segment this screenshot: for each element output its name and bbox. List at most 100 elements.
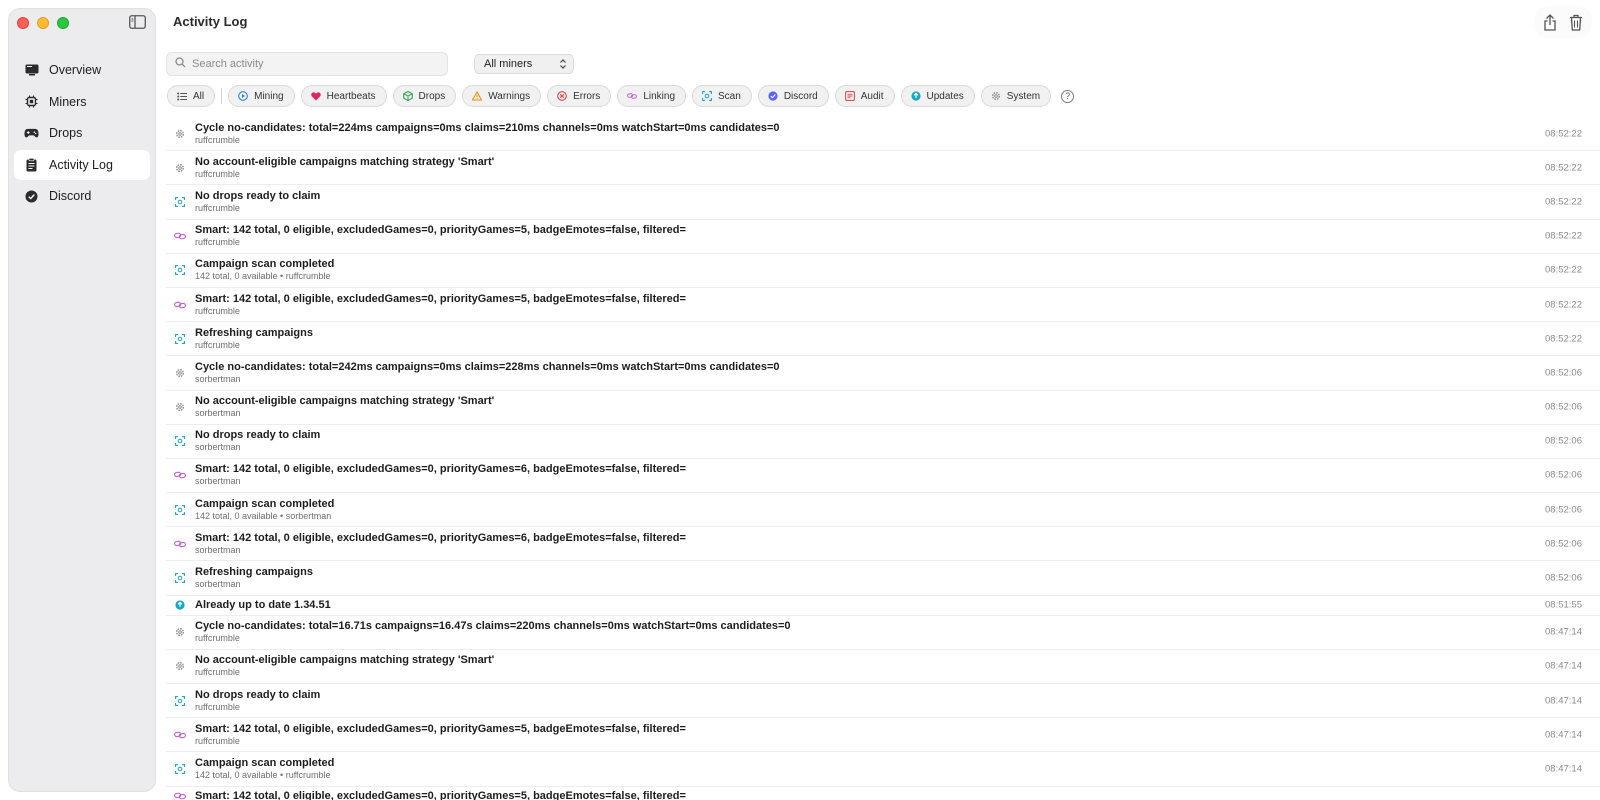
filter-chip-all[interactable]: All <box>167 85 216 107</box>
filter-chip-audit[interactable]: Audit <box>834 85 895 107</box>
log-row[interactable]: Refreshing campaigns ruffcrumble 08:52:22 <box>166 322 1600 357</box>
zoom-window-button[interactable] <box>57 17 69 29</box>
filter-chip-warnings[interactable]: Warnings <box>462 85 542 107</box>
log-row[interactable]: Campaign scan completed 142 total, 0 avai… <box>166 493 1600 528</box>
search-input[interactable] <box>192 58 432 70</box>
filter-chip-updates[interactable]: Updates <box>900 85 975 107</box>
log-timestamp: 08:47:14 <box>1545 763 1582 775</box>
log-row[interactable]: Campaign scan completed 142 total, 0 avai… <box>166 752 1600 787</box>
log-row[interactable]: Smart: 142 total, 0 eligible, excludedGa… <box>166 288 1600 323</box>
filter-chip-label: Audit <box>860 90 884 102</box>
log-source: ruffcrumble <box>195 735 240 746</box>
sidebar-item-discord[interactable]: Discord <box>14 181 150 211</box>
log-timestamp: 08:52:22 <box>1545 299 1582 311</box>
scan-icon <box>173 434 187 448</box>
sidebar-item-miners[interactable]: Miners <box>14 87 150 117</box>
discord-icon <box>24 189 39 204</box>
filter-chip-drops[interactable]: Drops <box>392 85 457 107</box>
log-row-text: No drops ready to claim sorbertman <box>195 429 1600 453</box>
log-row-text: No drops ready to claim ruffcrumble <box>195 689 1600 713</box>
log-row[interactable]: No account-eligible campaigns matching s… <box>166 650 1600 684</box>
log-message: No drops ready to claim <box>195 189 321 202</box>
log-row[interactable]: Cycle no-candidates: total=242ms campaig… <box>166 356 1600 391</box>
link-icon <box>173 537 187 551</box>
filter-chip-heartbeats[interactable]: Heartbeats <box>300 85 387 107</box>
filter-chip-errors[interactable]: Errors <box>547 85 612 107</box>
scan-icon <box>173 571 187 585</box>
log-row[interactable]: Cycle no-candidates: total=16.71s campai… <box>166 616 1600 650</box>
filter-chip-scan[interactable]: Scan <box>692 85 752 107</box>
search-icon <box>175 55 186 73</box>
log-message: Refreshing campaigns <box>195 566 313 579</box>
sidebar-item-activity-log[interactable]: Activity Log <box>14 149 150 180</box>
trash-icon[interactable] <box>1568 13 1584 31</box>
error-icon <box>557 91 567 101</box>
log-timestamp: 08:52:06 <box>1545 367 1582 379</box>
help-icon[interactable]: ? <box>1061 89 1075 103</box>
system-gear-icon <box>173 400 187 414</box>
filter-chip-system[interactable]: System <box>980 85 1052 107</box>
log-row[interactable]: Already up to date 1.34.51 08:51:55 <box>166 596 1600 616</box>
system-gear-icon <box>173 659 187 673</box>
log-row[interactable]: No account-eligible campaigns matching s… <box>166 151 1600 186</box>
log-timestamp: 08:52:06 <box>1545 504 1582 516</box>
log-message: Campaign scan completed <box>195 756 335 769</box>
update-icon <box>910 91 921 101</box>
log-message: Smart: 142 total, 0 eligible, excludedGa… <box>195 531 686 544</box>
log-message: Cycle no-candidates: total=242ms campaig… <box>195 360 780 373</box>
log-timestamp: 08:47:14 <box>1545 729 1582 741</box>
minimize-window-button[interactable] <box>37 17 49 29</box>
link-icon <box>173 298 187 312</box>
log-message: No account-eligible campaigns matching s… <box>195 395 495 408</box>
log-source: sorbertman <box>195 373 241 384</box>
log-row[interactable]: Cycle no-candidates: total=224ms campaig… <box>166 117 1600 152</box>
search-field[interactable] <box>166 52 448 76</box>
update-info-icon <box>173 598 187 612</box>
log-row[interactable]: No account-eligible campaigns matching s… <box>166 391 1600 425</box>
log-message: Refreshing campaigns <box>195 326 313 339</box>
log-timestamp: 08:52:06 <box>1545 572 1582 584</box>
filter-chip-label: All <box>193 90 205 102</box>
log-row[interactable]: No drops ready to claim sorbertman 08:52:0… <box>166 425 1600 459</box>
log-row[interactable]: Smart: 142 total, 0 eligible, excludedGa… <box>166 718 1600 753</box>
scan-icon <box>173 694 187 708</box>
log-row[interactable]: Smart: 142 total, 0 eligible, excludedGa… <box>166 220 1600 254</box>
sidebar-nav: Overview Miners Drops Activity Log Discord <box>14 55 150 213</box>
log-timestamp: 08:47:14 <box>1545 660 1582 672</box>
sidebar-toggle-icon[interactable] <box>129 15 147 31</box>
log-message: Campaign scan completed <box>195 258 335 271</box>
log-message: No drops ready to claim <box>195 429 321 442</box>
sidebar-item-overview[interactable]: Overview <box>14 55 150 85</box>
log-message: Smart: 142 total, 0 eligible, excludedGa… <box>195 789 686 800</box>
close-window-button[interactable] <box>17 17 29 29</box>
log-row[interactable]: Refreshing campaigns sorbertman 08:52:06 <box>166 561 1600 596</box>
log-row[interactable]: No drops ready to claim ruffcrumble 08:52:… <box>166 185 1600 220</box>
log-message: Smart: 142 total, 0 eligible, excludedGa… <box>195 224 686 237</box>
log-row[interactable]: No drops ready to claim ruffcrumble 08:47:… <box>166 684 1600 719</box>
gamepad-icon <box>24 126 39 141</box>
chip-icon <box>24 94 39 109</box>
clipboard-icon <box>24 157 39 172</box>
sidebar-item-drops[interactable]: Drops <box>14 118 150 148</box>
log-source: sorbertman <box>195 579 241 590</box>
log-source: sorbertman <box>195 476 241 487</box>
filter-chip-discord[interactable]: Discord <box>757 85 829 107</box>
scan-icon <box>173 195 187 209</box>
mining-icon <box>238 91 248 101</box>
log-source: 142 total, 0 available • sorbertman <box>195 510 332 521</box>
sidebar-item-label: Activity Log <box>49 157 113 172</box>
log-source: ruffcrumble <box>195 633 240 644</box>
log-row[interactable]: Smart: 142 total, 0 eligible, excludedGa… <box>166 787 1600 800</box>
log-source: ruffcrumble <box>195 339 240 350</box>
share-icon[interactable] <box>1542 13 1558 31</box>
link-icon <box>173 468 187 482</box>
filter-chip-mining[interactable]: Mining <box>228 85 295 107</box>
sidebar-item-label: Drops <box>49 126 83 141</box>
log-row[interactable]: Campaign scan completed 142 total, 0 avai… <box>166 254 1600 288</box>
activity-log-list[interactable]: Cycle no-candidates: total=224ms campaig… <box>166 117 1600 800</box>
filter-chip-linking[interactable]: Linking <box>617 85 687 107</box>
log-row[interactable]: Smart: 142 total, 0 eligible, excludedGa… <box>166 459 1600 494</box>
miner-select[interactable]: All miners <box>474 54 574 74</box>
log-row-text: Refreshing campaigns ruffcrumble <box>195 327 1600 351</box>
log-row[interactable]: Smart: 142 total, 0 eligible, excludedGa… <box>166 527 1600 562</box>
